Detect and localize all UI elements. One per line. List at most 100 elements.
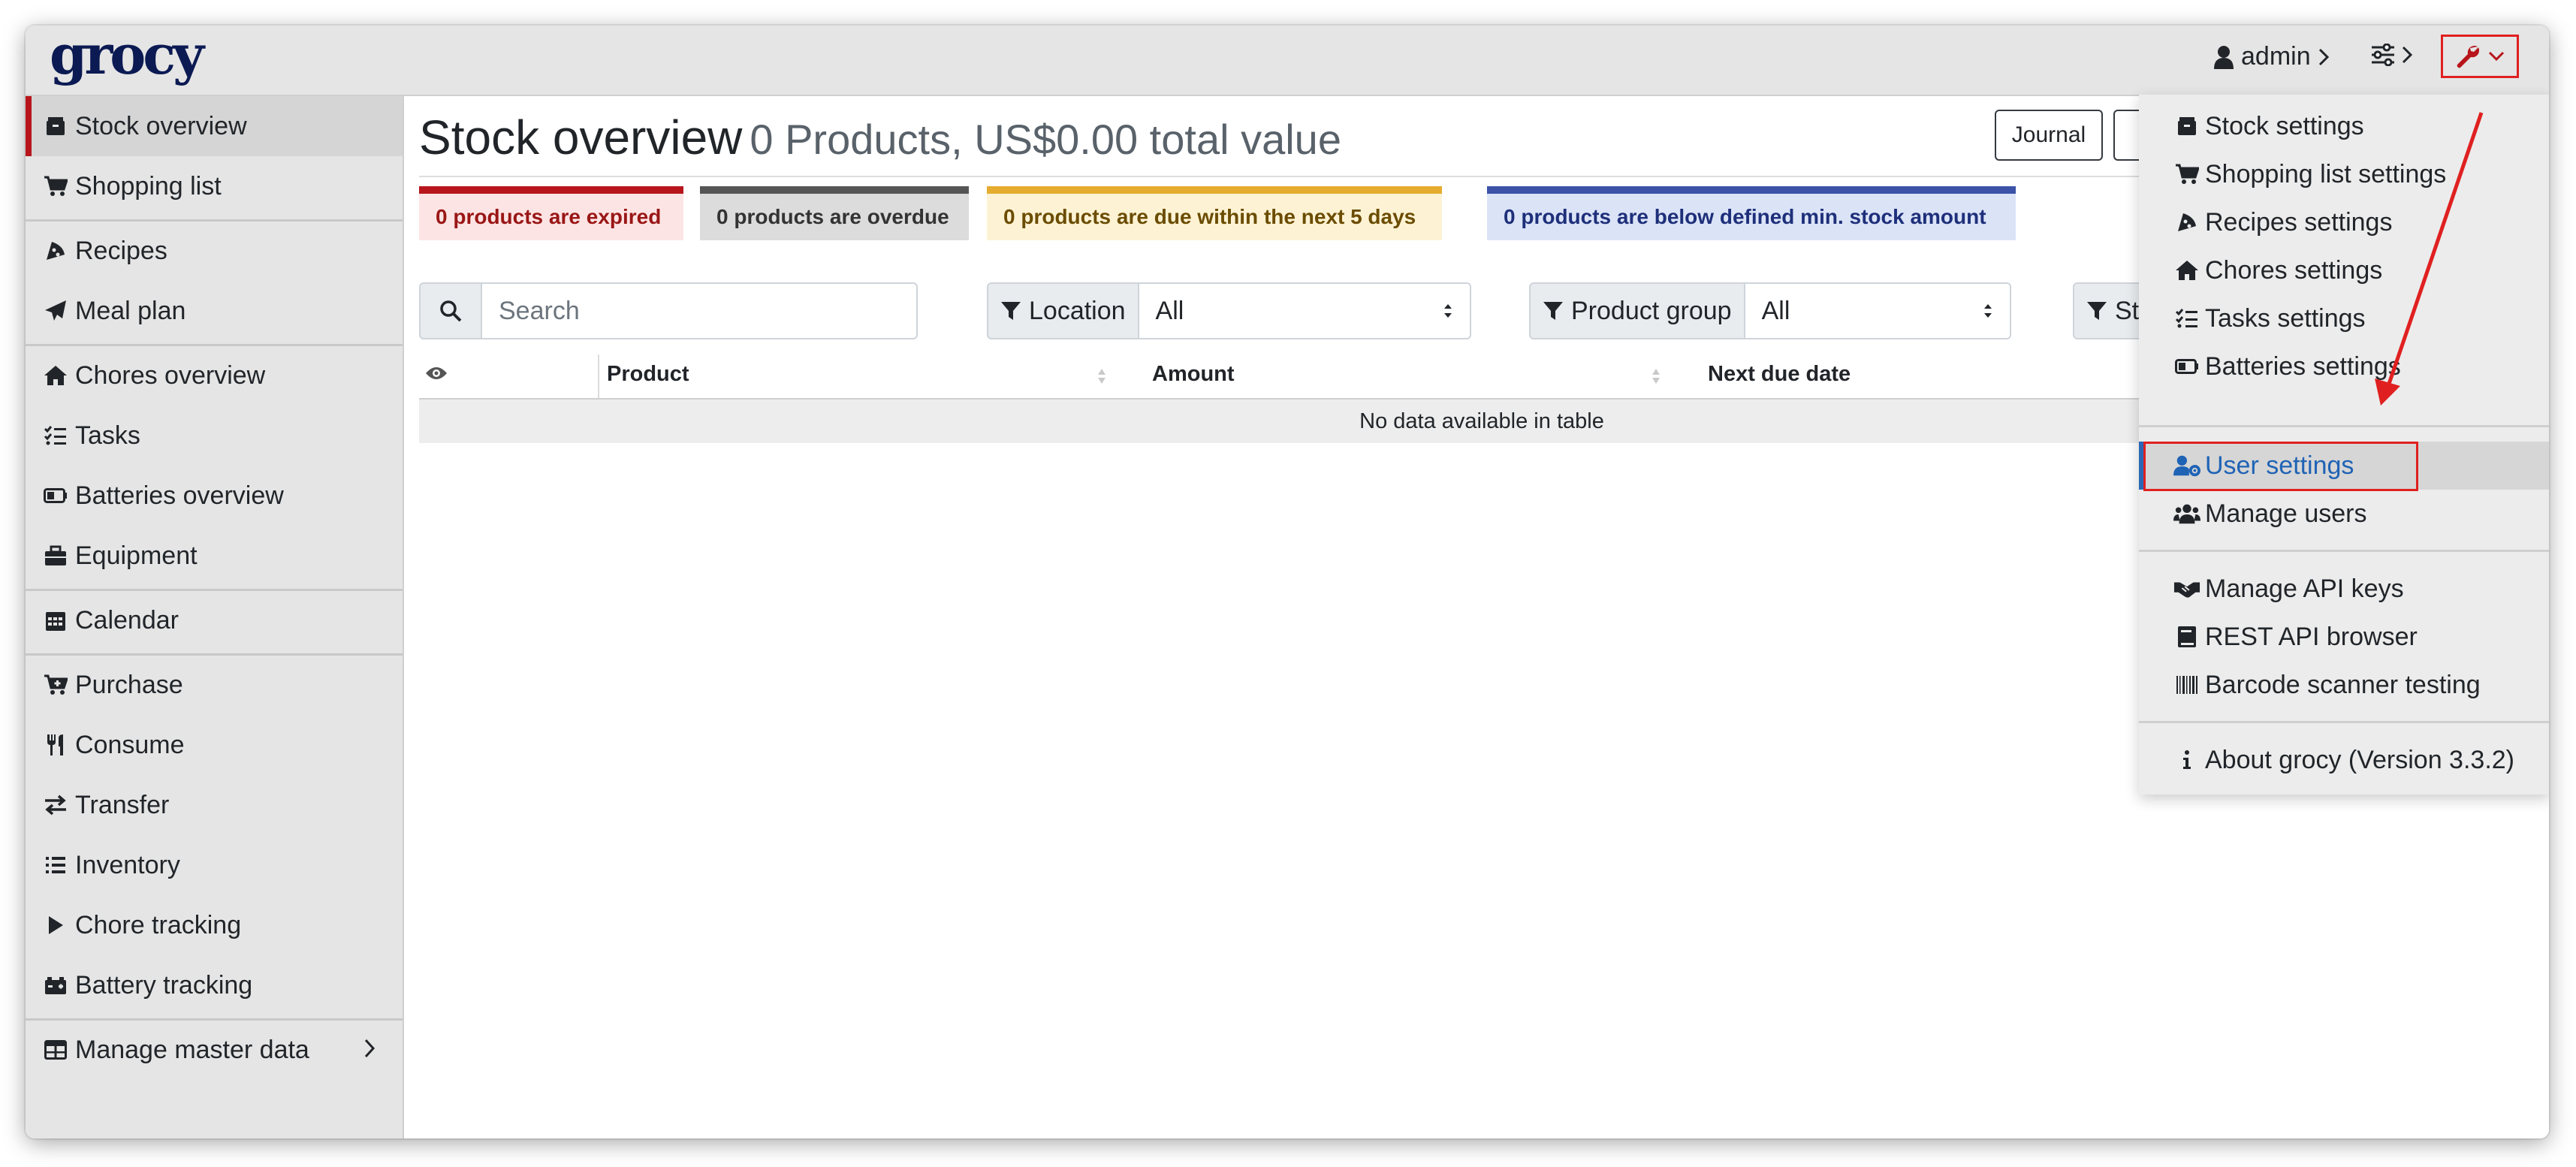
- sidebar-item-label: Calendar: [75, 605, 179, 635]
- battery-icon: [2173, 354, 2200, 378]
- book-icon: [2173, 625, 2200, 649]
- sidebar-item-consume[interactable]: Consume: [26, 715, 403, 775]
- location-filter: Location All: [987, 282, 1471, 339]
- paper-plane-icon: [44, 299, 68, 323]
- utensils-icon: [44, 733, 68, 757]
- sort-icon: [1652, 369, 1660, 384]
- user-menu-toggle[interactable]: admin: [2214, 42, 2329, 71]
- menu-item-barcode-scanner-testing[interactable]: Barcode scanner testing: [2139, 661, 2549, 709]
- filter-icon: [2087, 302, 2107, 320]
- sidebar-item-chore-tracking[interactable]: Chore tracking: [26, 895, 403, 955]
- alert-due-soon[interactable]: 0 products are due within the next 5 day…: [987, 186, 1442, 240]
- product-group-filter: Product group All: [1529, 282, 2011, 339]
- sidebar-item-manage-master-data[interactable]: Manage master data: [26, 1020, 403, 1080]
- search-group: Search: [419, 282, 918, 339]
- menu-item-manage-api-keys[interactable]: Manage API keys: [2139, 565, 2549, 613]
- select-arrows-icon: [1983, 304, 1992, 318]
- alert-overdue[interactable]: 0 products are overdue: [700, 186, 969, 240]
- page-subtitle: 0 Products, US$0.00 total value: [750, 116, 1341, 163]
- menu-item-stock-settings[interactable]: Stock settings: [2139, 102, 2549, 150]
- alert-expired[interactable]: 0 products are expired: [419, 186, 683, 240]
- sidebar-item-label: Recipes: [75, 236, 167, 265]
- menu-item-label: Stock settings: [2205, 111, 2364, 140]
- sidebar-item-tasks[interactable]: Tasks: [26, 406, 403, 466]
- sidebar-item-label: Equipment: [75, 541, 198, 570]
- cart-plus-icon: [44, 673, 68, 697]
- sidebar-item-label: Stock overview: [75, 111, 247, 140]
- username-label: admin: [2241, 42, 2311, 71]
- product-group-label-text: Product group: [1571, 296, 1732, 325]
- menu-item-manage-users[interactable]: Manage users: [2139, 490, 2549, 538]
- users-icon: [2173, 502, 2200, 526]
- journal-button[interactable]: Journal: [1995, 110, 2103, 161]
- product-group-select-value: All: [1761, 296, 1790, 325]
- sidebar-item-equipment[interactable]: Equipment: [26, 526, 403, 586]
- box-icon: [44, 114, 68, 138]
- menu-divider: [2139, 550, 2549, 552]
- home-icon: [2173, 258, 2200, 282]
- product-group-select[interactable]: All: [1745, 282, 2011, 339]
- home-icon: [44, 363, 68, 387]
- calendar-icon: [44, 608, 68, 632]
- sidebar-item-inventory[interactable]: Inventory: [26, 835, 403, 895]
- menu-item-tasks-settings[interactable]: Tasks settings: [2139, 294, 2549, 342]
- sidebar-item-label: Manage master data: [75, 1035, 309, 1064]
- column-header-next-due-date[interactable]: Next due date: [1708, 362, 1851, 387]
- menu-item-recipes-settings[interactable]: Recipes settings: [2139, 198, 2549, 246]
- menu-item-label: Chores settings: [2205, 255, 2383, 285]
- toolbox-icon: [44, 544, 68, 568]
- sidebar-item-stock-overview[interactable]: Stock overview: [26, 96, 403, 156]
- menu-item-chores-settings[interactable]: Chores settings: [2139, 246, 2549, 294]
- play-icon: [44, 913, 68, 937]
- menu-item-label: Recipes settings: [2205, 207, 2393, 237]
- sidebar-item-chores-overview[interactable]: Chores overview: [26, 345, 403, 406]
- sidebar-item-recipes[interactable]: Recipes: [26, 221, 403, 281]
- chevron-right-icon: [364, 1039, 376, 1058]
- sidebar-item-label: Transfer: [75, 790, 170, 819]
- menu-item-about-grocy[interactable]: About grocy (Version 3.3.2): [2139, 736, 2549, 784]
- sidebar-item-shopping-list[interactable]: Shopping list: [26, 156, 403, 216]
- menu-item-batteries-settings[interactable]: Batteries settings: [2139, 342, 2549, 391]
- location-filter-label: Location: [987, 282, 1139, 339]
- barcode-icon: [2173, 673, 2200, 697]
- column-header-product[interactable]: Product: [607, 362, 689, 387]
- page-title: Stock overview 0 Products, US$0.00 total …: [419, 110, 1341, 165]
- sidebar-item-label: Consume: [75, 730, 185, 759]
- list-icon: [44, 853, 68, 877]
- car-battery-icon: [44, 973, 68, 997]
- menu-item-label: Barcode scanner testing: [2205, 670, 2481, 699]
- sidebar-item-batteries-overview[interactable]: Batteries overview: [26, 466, 403, 526]
- grocy-logo[interactable]: grocy: [50, 26, 204, 86]
- column-header-amount[interactable]: Amount: [1152, 362, 1235, 387]
- table-icon: [44, 1038, 68, 1062]
- sidebar-item-label: Inventory: [75, 850, 180, 879]
- sidebar-item-label: Shopping list: [75, 171, 222, 201]
- location-select-value: All: [1155, 296, 1184, 325]
- menu-item-rest-api-browser[interactable]: REST API browser: [2139, 613, 2549, 661]
- sidebar-item-meal-plan[interactable]: Meal plan: [26, 281, 403, 341]
- sidebar-item-label: Chore tracking: [75, 910, 242, 939]
- filter-icon: [1001, 302, 1021, 320]
- sort-icon: [1098, 369, 1106, 384]
- alert-below-min-stock[interactable]: 0 products are below defined min. stock …: [1487, 186, 2016, 240]
- sidebar-item-purchase[interactable]: Purchase: [26, 655, 403, 715]
- chevron-down-icon: [2488, 51, 2505, 62]
- exchange-icon: [44, 793, 68, 817]
- menu-item-shopping-list-settings[interactable]: Shopping list settings: [2139, 150, 2549, 198]
- search-input[interactable]: Search: [482, 282, 918, 339]
- location-label-text: Location: [1029, 296, 1126, 325]
- menu-divider: [2139, 425, 2549, 427]
- eye-icon[interactable]: [425, 365, 448, 381]
- page-title-text: Stock overview: [419, 110, 743, 164]
- admin-menu-toggle[interactable]: [2441, 35, 2519, 78]
- annotation-highlight-box: [2143, 442, 2418, 491]
- sidebar-item-calendar[interactable]: Calendar: [26, 590, 403, 650]
- battery-icon: [44, 484, 68, 508]
- select-arrows-icon: [1443, 304, 1452, 318]
- sidebar-item-battery-tracking[interactable]: Battery tracking: [26, 955, 403, 1015]
- user-icon: [2214, 45, 2234, 69]
- sidebar-item-transfer[interactable]: Transfer: [26, 775, 403, 835]
- settings-menu-toggle[interactable]: [2370, 44, 2412, 66]
- location-select[interactable]: All: [1139, 282, 1471, 339]
- menu-item-label: Tasks settings: [2205, 303, 2366, 333]
